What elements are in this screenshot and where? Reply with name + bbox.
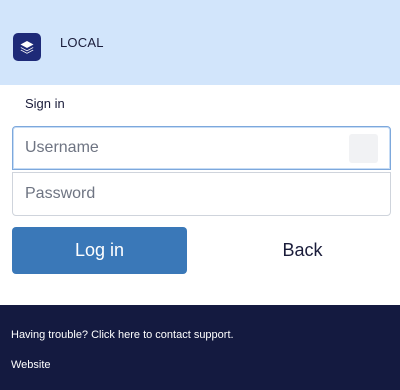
sign-in-heading: Sign in [25, 96, 65, 111]
login-button[interactable]: Log in [12, 227, 187, 274]
password-input[interactable] [12, 172, 391, 216]
back-button[interactable]: Back [215, 227, 390, 274]
app-title: LOCAL [60, 35, 104, 50]
layers-icon [13, 33, 41, 61]
header-bar: LOCAL [0, 0, 400, 85]
username-input[interactable] [12, 126, 391, 170]
contact-support-link[interactable]: Having trouble? Click here to contact su… [11, 329, 234, 341]
website-link[interactable]: Website [11, 359, 51, 371]
footer: Having trouble? Click here to contact su… [0, 305, 400, 390]
login-page: LOCAL Sign in Log in Back Having trouble… [0, 0, 400, 390]
autofill-icon[interactable] [349, 134, 378, 163]
